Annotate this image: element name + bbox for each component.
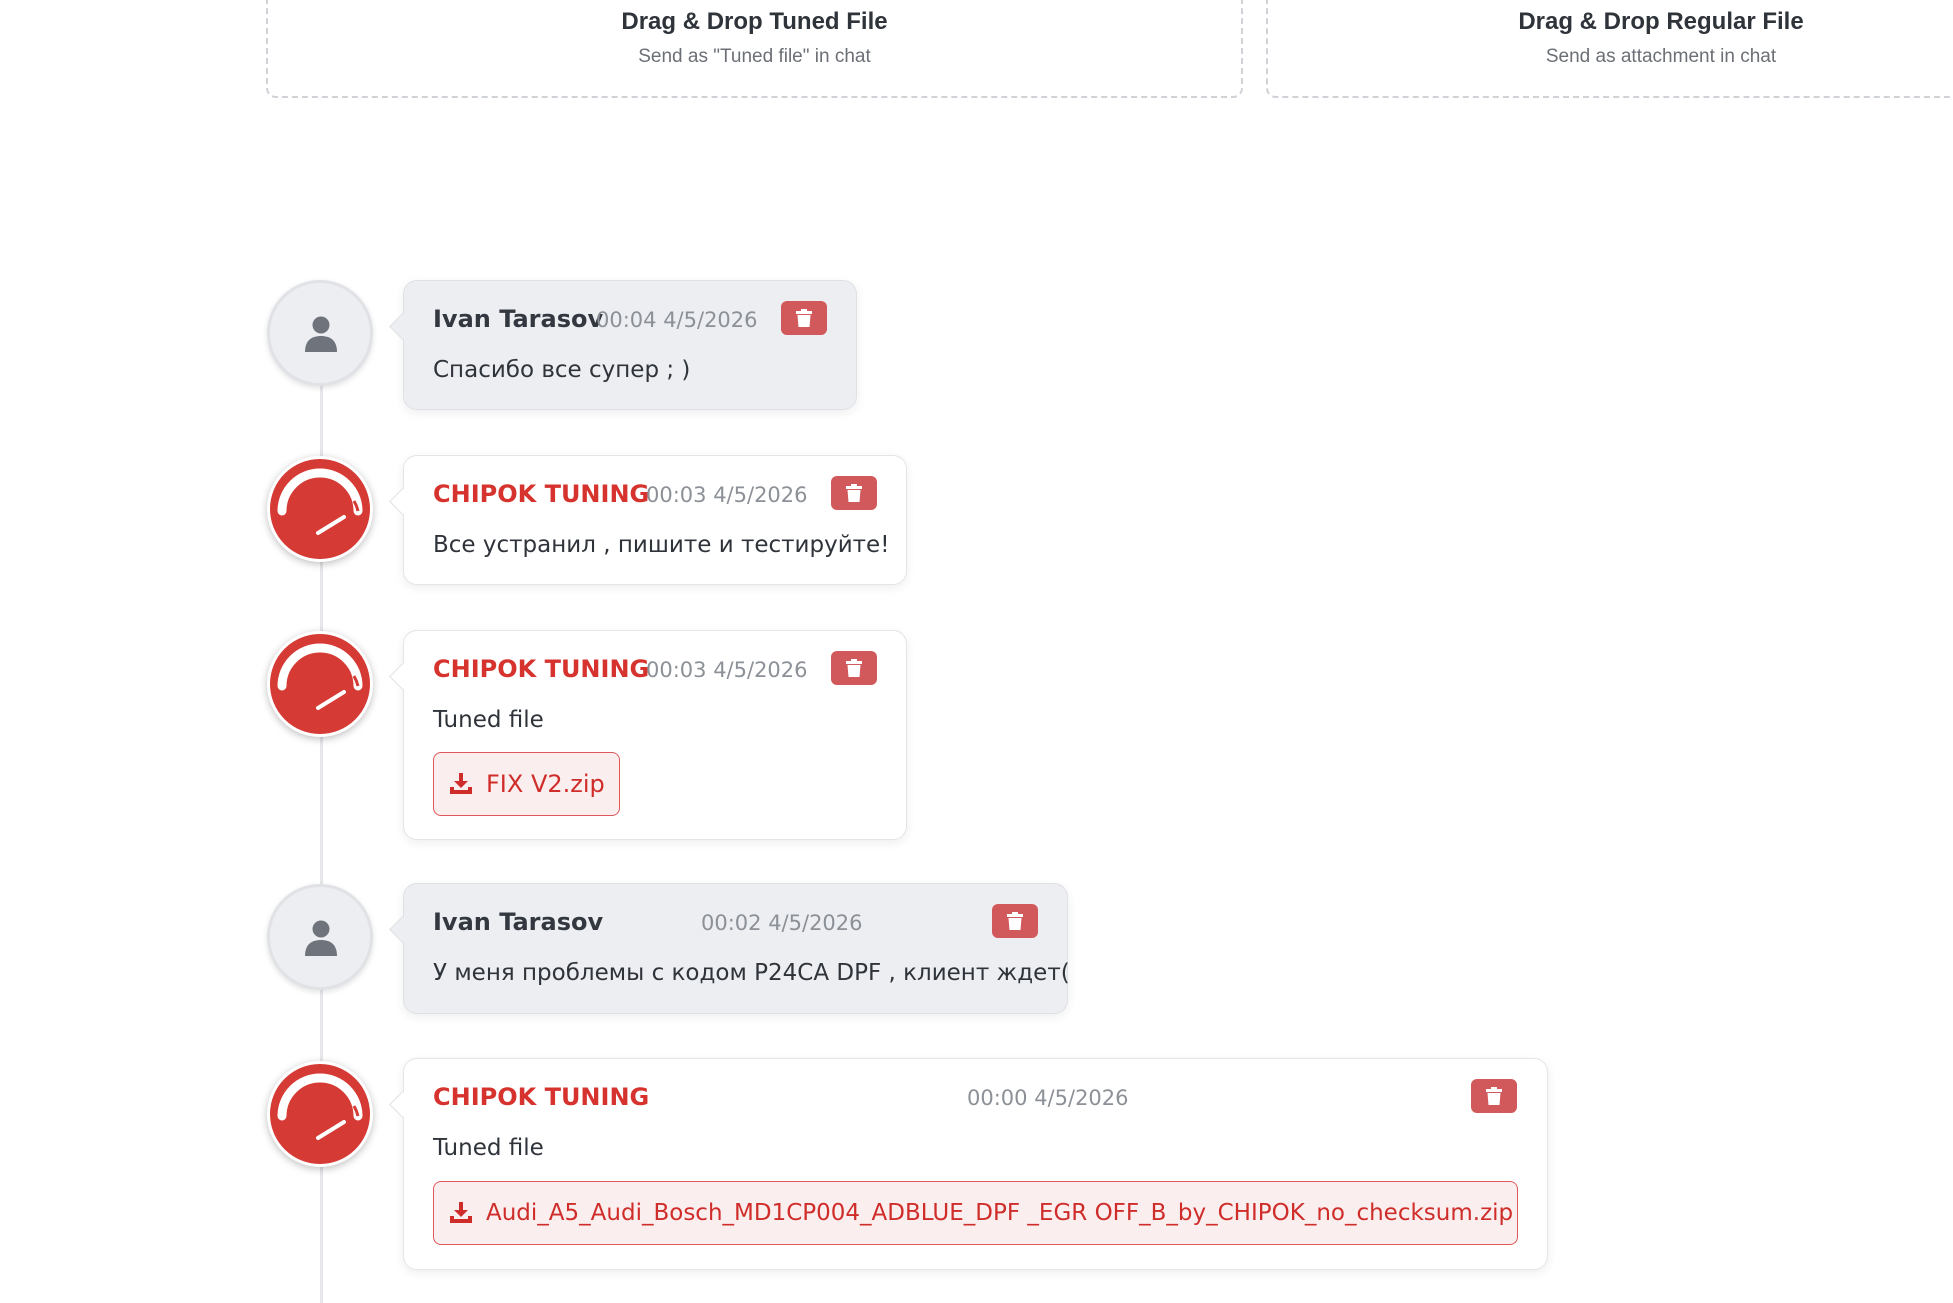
message-author: Ivan Tarasov (433, 305, 604, 333)
message-bubble: Ivan Tarasov 00:02 4/5/2026 У меня пробл… (403, 883, 1070, 1014)
message-text: У меня проблемы с кодом P24CA DPF , клие… (433, 960, 1070, 986)
delete-message-button[interactable] (992, 904, 1038, 938)
user-avatar (267, 280, 373, 386)
chat-page: Drag & Drop Tuned File Send as "Tuned fi… (0, 0, 1953, 1303)
speedometer-icon (277, 1073, 363, 1140)
dropzone-regular-subtitle: Send as attachment in chat (1545, 46, 1777, 67)
message-bubble: CHIPOK TUNING 00:03 4/5/2026 Tuned file … (403, 630, 907, 840)
delete-message-button[interactable] (1471, 1079, 1517, 1113)
trash-icon (796, 309, 812, 327)
delete-message-button[interactable] (781, 301, 827, 335)
trash-icon (1007, 912, 1023, 930)
message-timestamp: 00:04 4/5/2026 (596, 308, 758, 332)
message-text: Tuned file (433, 707, 544, 733)
speedometer-icon (277, 643, 363, 710)
message-timestamp: 00:03 4/5/2026 (646, 483, 808, 507)
message-bubble: CHIPOK TUNING 00:03 4/5/2026 Все устрани… (403, 455, 907, 585)
trash-icon (846, 484, 862, 502)
dropzone-tuned-file[interactable]: Drag & Drop Tuned File Send as "Tuned fi… (266, 0, 1243, 98)
message-timestamp: 00:03 4/5/2026 (646, 658, 808, 682)
download-icon (450, 1202, 472, 1223)
message-timestamp: 00:02 4/5/2026 (701, 911, 863, 935)
trash-icon (846, 659, 862, 677)
brand-avatar (267, 631, 373, 737)
delete-message-button[interactable] (831, 476, 877, 510)
brand-avatar (267, 1061, 373, 1167)
dropzone-regular-title: Drag & Drop Regular File (1518, 8, 1804, 35)
brand-avatar (267, 456, 373, 562)
file-name: FIX V2.zip (486, 770, 605, 798)
download-icon (450, 773, 472, 794)
user-silhouette-icon (305, 920, 337, 956)
message-author: CHIPOK TUNING (433, 1083, 650, 1111)
trash-icon (1486, 1087, 1502, 1105)
message-bubble: Ivan Tarasov 00:04 4/5/2026 Спасибо все … (403, 280, 857, 410)
file-download-link[interactable]: FIX V2.zip (433, 752, 620, 816)
message-author: CHIPOK TUNING (433, 480, 650, 508)
message-bubble: CHIPOK TUNING 00:00 4/5/2026 Tuned file … (403, 1058, 1548, 1270)
message-author: CHIPOK TUNING (433, 655, 650, 683)
dropzone-tuned-subtitle: Send as "Tuned file" in chat (638, 46, 871, 67)
speedometer-icon (277, 468, 363, 535)
message-text: Спасибо все супер ; ) (433, 357, 691, 383)
user-silhouette-icon (305, 316, 337, 352)
message-timestamp: 00:00 4/5/2026 (967, 1086, 1129, 1110)
dropzone-regular-file[interactable]: Drag & Drop Regular File Send as attachm… (1266, 0, 1953, 98)
file-name: Audi_A5_Audi_Bosch_MD1CP004_ADBLUE_DPF _… (486, 1200, 1514, 1226)
user-avatar (267, 884, 373, 990)
delete-message-button[interactable] (831, 651, 877, 685)
dropzone-tuned-title: Drag & Drop Tuned File (621, 8, 888, 35)
message-author: Ivan Tarasov (433, 908, 604, 936)
file-download-link[interactable]: Audi_A5_Audi_Bosch_MD1CP004_ADBLUE_DPF _… (433, 1181, 1518, 1245)
message-text: Tuned file (433, 1135, 544, 1161)
message-text: Все устранил , пишите и тестируйте! (433, 532, 890, 558)
